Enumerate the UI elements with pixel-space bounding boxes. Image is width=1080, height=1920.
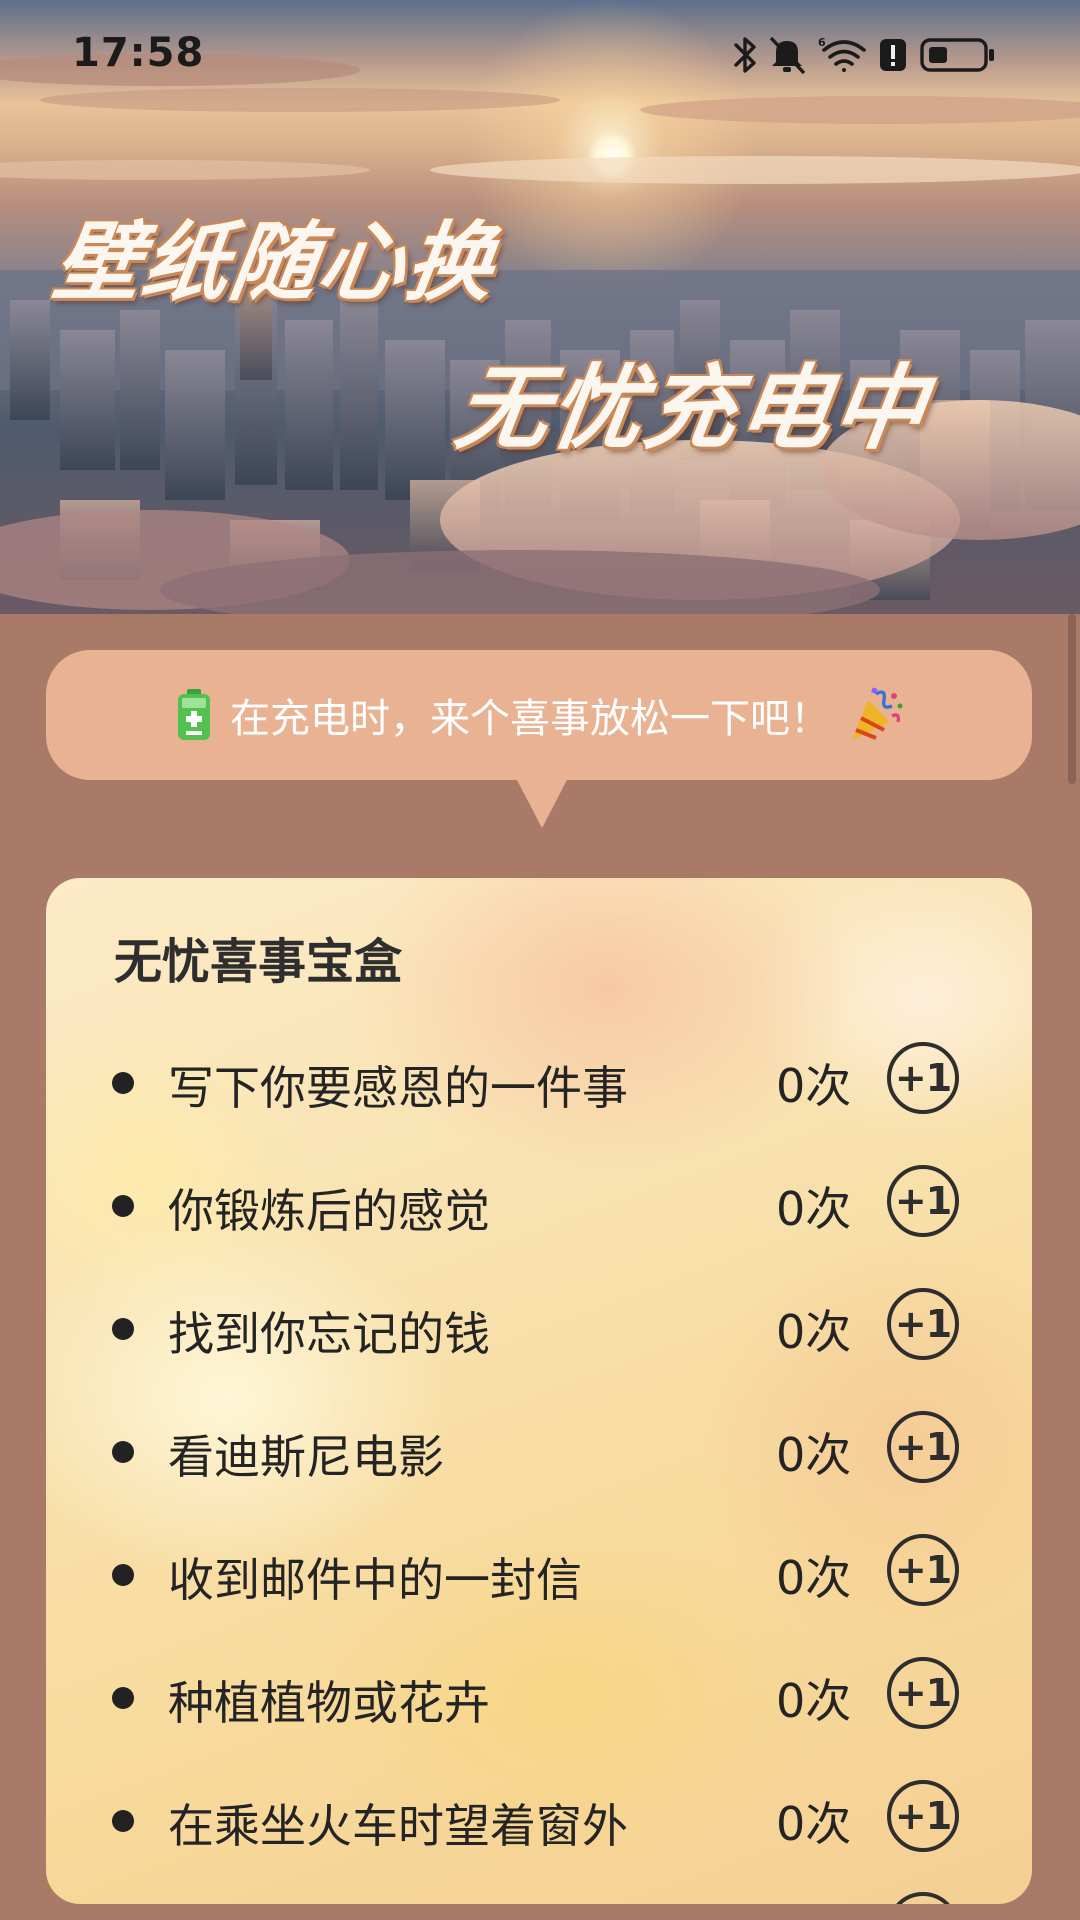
wallpaper-banner[interactable]: 17:58 6 壁纸随心换 无忧充电中	[0, 0, 1080, 614]
item-count: 0次	[776, 1059, 852, 1113]
item-label: 找到你忘记的钱	[168, 1307, 490, 1361]
plus-one-button[interactable]: +1	[887, 1411, 959, 1483]
battery-icon	[920, 38, 994, 72]
plus-one-button[interactable]: +1	[887, 1165, 959, 1237]
list-item: 种植植物或花卉 0次 +1	[46, 1647, 1032, 1747]
list-item: 你锻炼后的感觉 0次 +1	[46, 1155, 1032, 1255]
bullet-icon	[112, 1318, 134, 1340]
item-label: 写下你要感恩的一件事	[168, 1061, 628, 1115]
list-item: 收到邮件中的一封信 0次 +1	[46, 1524, 1032, 1624]
item-count: 0次	[776, 1182, 852, 1236]
bluetooth-icon	[734, 37, 756, 73]
plus-one-button[interactable]: +1	[887, 1288, 959, 1360]
party-popper-icon	[852, 687, 903, 740]
item-label: 你锻炼后的感觉	[168, 1184, 490, 1238]
item-count: 0次	[776, 1305, 852, 1359]
bullet-icon	[112, 1441, 134, 1463]
plus-one-button[interactable]: +1	[887, 1657, 959, 1729]
tip-bubble: 在充电时，来个喜事放松一下吧！	[46, 650, 1032, 780]
card-title: 无忧喜事宝盒	[114, 934, 403, 990]
list-item: 看迪斯尼电影 0次 +1	[46, 1401, 1032, 1501]
wifi-icon: 6	[818, 36, 866, 72]
list-item: 找到你忘记的钱 0次 +1	[46, 1278, 1032, 1378]
tip-bubble-tail	[516, 778, 568, 828]
scrollbar[interactable]	[1068, 614, 1076, 784]
list-item: 写下你要感恩的一件事 0次 +1	[46, 1032, 1032, 1132]
plus-one-button-partial[interactable]	[887, 1892, 959, 1904]
bullet-icon	[112, 1810, 134, 1832]
item-count: 0次	[776, 1551, 852, 1605]
item-label: 看迪斯尼电影	[168, 1430, 444, 1484]
item-count: 0次	[776, 1428, 852, 1482]
screen: 17:58 6 壁纸随心换 无忧充电中 在充电时，来个喜事放松一下吧！ 无忧喜事…	[0, 0, 1080, 1920]
item-label: 收到邮件中的一封信	[168, 1553, 582, 1607]
bullet-icon	[112, 1072, 134, 1094]
tip-text: 在充电时，来个喜事放松一下吧！	[230, 696, 830, 742]
item-label: 种植植物或花卉	[168, 1676, 490, 1730]
list-item: 在乘坐火车时望着窗外 0次 +1	[46, 1770, 1032, 1870]
item-count: 0次	[776, 1674, 852, 1728]
bullet-icon	[112, 1687, 134, 1709]
happy-things-card: 无忧喜事宝盒 写下你要感恩的一件事 0次 +1 你锻炼后的感觉 0次 +1 找到…	[46, 878, 1032, 1904]
status-icons: 6	[734, 36, 994, 75]
bullet-icon	[112, 1564, 134, 1586]
svg-text:6: 6	[818, 36, 826, 49]
plus-one-button[interactable]: +1	[887, 1534, 959, 1606]
item-count: 0次	[776, 1797, 852, 1851]
bullet-icon	[112, 1195, 134, 1217]
status-time: 17:58	[72, 30, 205, 76]
battery-charging-icon	[178, 689, 210, 740]
mute-icon	[769, 36, 806, 75]
plus-one-button[interactable]: +1	[887, 1042, 959, 1114]
banner-headline-line2: 无忧充电中	[449, 355, 935, 462]
item-label: 在乘坐火车时望着窗外	[168, 1799, 628, 1853]
banner-headline-line1: 壁纸随心换	[47, 213, 502, 313]
alert-icon	[880, 39, 906, 71]
plus-one-button[interactable]: +1	[887, 1780, 959, 1852]
